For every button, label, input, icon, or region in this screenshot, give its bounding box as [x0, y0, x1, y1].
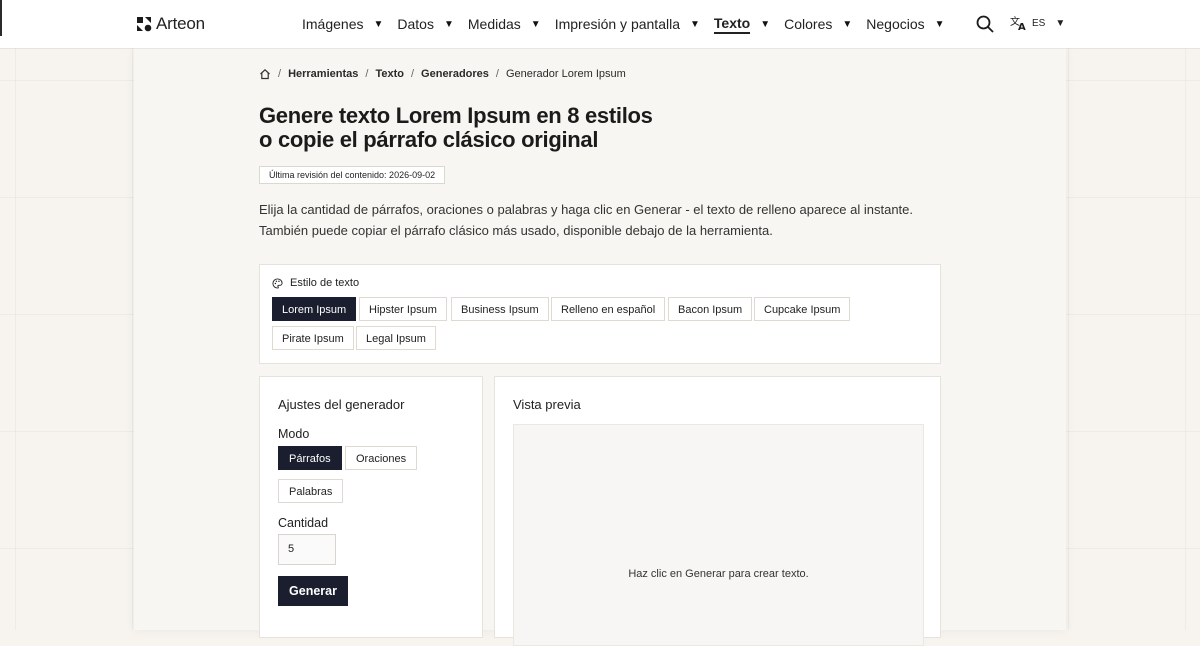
intro-line1: Elija la cantidad de párrafos, oraciones… [259, 202, 913, 217]
breadcrumb-current: Generador Lorem Ipsum [505, 68, 626, 80]
style-chip-pirate-ipsum[interactable]: Pirate Ipsum [272, 326, 354, 350]
page-title: Genere texto Lorem Ipsum en 8 estilos o … [259, 104, 653, 152]
caret-down-icon: ▼ [443, 18, 454, 30]
style-chip-bacon-ipsum[interactable]: Bacon Ipsum [668, 297, 753, 321]
main-menu: Imágenes ▼ Datos ▼ Medidas ▼ Impresión y pa… [302, 0, 959, 48]
menu-item-imagenes[interactable]: Imágenes ▼ [302, 16, 383, 32]
language-code: ES [1032, 17, 1046, 29]
language-selector[interactable]: 文 A ES ▼ [1010, 15, 1065, 31]
revision-badge: Última revisión del contenido: 2026-09-0… [259, 166, 446, 184]
top-nav: Arteon Imágenes ▼ Datos ▼ Medidas ▼ Impresi… [0, 0, 1200, 48]
caret-down-icon: ▼ [934, 18, 945, 30]
svg-text:A: A [1018, 22, 1026, 31]
menu-item-negocios[interactable]: Negocios ▼ [866, 16, 944, 32]
preview-output-area[interactable]: Haz clic en Generar para crear texto. [513, 424, 924, 646]
style-label: Estilo de texto [290, 277, 360, 289]
page-title-line2: o copie el párrafo clásico original [259, 127, 599, 152]
brand-name: Arteon [156, 14, 205, 33]
preview-title: Vista previa [513, 397, 581, 412]
arteon-logo-icon [137, 17, 152, 32]
caret-down-icon: ▼ [373, 18, 384, 30]
menu-item-texto[interactable]: Texto ▼ [713, 15, 771, 34]
breadcrumb-texto[interactable]: Texto [375, 68, 404, 80]
caret-down-icon: ▼ [530, 18, 541, 30]
menu-item-datos[interactable]: Datos ▼ [397, 16, 453, 32]
quantity-label: Cantidad [278, 516, 329, 530]
style-chip-lorem-ipsum[interactable]: Lorem Ipsum [272, 297, 357, 321]
quantity-input[interactable]: 5 [278, 534, 336, 565]
style-header: Estilo de texto [272, 277, 359, 289]
palette-icon [272, 277, 283, 289]
generate-button[interactable]: Generar [278, 576, 348, 606]
caret-down-icon: ▼ [760, 18, 771, 30]
style-chip-business-ipsum[interactable]: Business Ipsum [451, 297, 549, 321]
breadcrumb: / Herramientas / Texto / Generadores / G… [259, 68, 626, 80]
menu-item-medidas[interactable]: Medidas ▼ [468, 16, 541, 32]
brand-logo[interactable]: Arteon [136, 14, 205, 34]
intro-text: Elija la cantidad de párrafos, oraciones… [259, 199, 941, 241]
caret-down-icon: ▼ [690, 18, 700, 30]
caret-down-icon: ▼ [842, 18, 853, 30]
style-selector-card: Estilo de texto Lorem Ipsum Hipster Ipsu… [259, 264, 941, 364]
style-chip-legal-ipsum[interactable]: Legal Ipsum [356, 326, 436, 350]
menu-item-colores[interactable]: Colores ▼ [784, 16, 852, 32]
generator-settings-panel: Ajustes del generador Modo Párrafos Orac… [259, 376, 483, 638]
caret-down-icon: ▼ [1055, 17, 1066, 29]
style-chip-relleno-espanol[interactable]: Relleno en español [551, 297, 666, 321]
menu-item-impresion[interactable]: Impresión y pantalla ▼ [555, 16, 700, 32]
page-card: / Herramientas / Texto / Generadores / G… [134, 48, 1066, 646]
search-icon[interactable] [976, 15, 994, 33]
mode-parrafos-button[interactable]: Párrafos [278, 446, 342, 470]
style-chip-cupcake-ipsum[interactable]: Cupcake Ipsum [754, 297, 851, 321]
settings-title: Ajustes del generador [278, 397, 405, 412]
translate-icon: 文 A [1010, 15, 1026, 31]
mode-palabras-button[interactable]: Palabras [278, 479, 344, 503]
window-edge [0, 0, 2, 36]
home-icon[interactable] [259, 68, 271, 80]
breadcrumb-generadores[interactable]: Generadores [421, 68, 489, 80]
preview-empty-message: Haz clic en Generar para crear texto. [628, 568, 809, 580]
mode-label: Modo [278, 427, 310, 441]
page-title-line1: Genere texto Lorem Ipsum en 8 estilos [259, 103, 653, 128]
breadcrumb-herramientas[interactable]: Herramientas [288, 68, 358, 80]
style-chip-hipster-ipsum[interactable]: Hipster Ipsum [359, 297, 447, 321]
preview-panel: Vista previa Haz clic en Generar para cr… [494, 376, 941, 646]
intro-line2: También puede copiar el párrafo clásico … [259, 223, 773, 238]
mode-oraciones-button[interactable]: Oraciones [345, 446, 418, 470]
